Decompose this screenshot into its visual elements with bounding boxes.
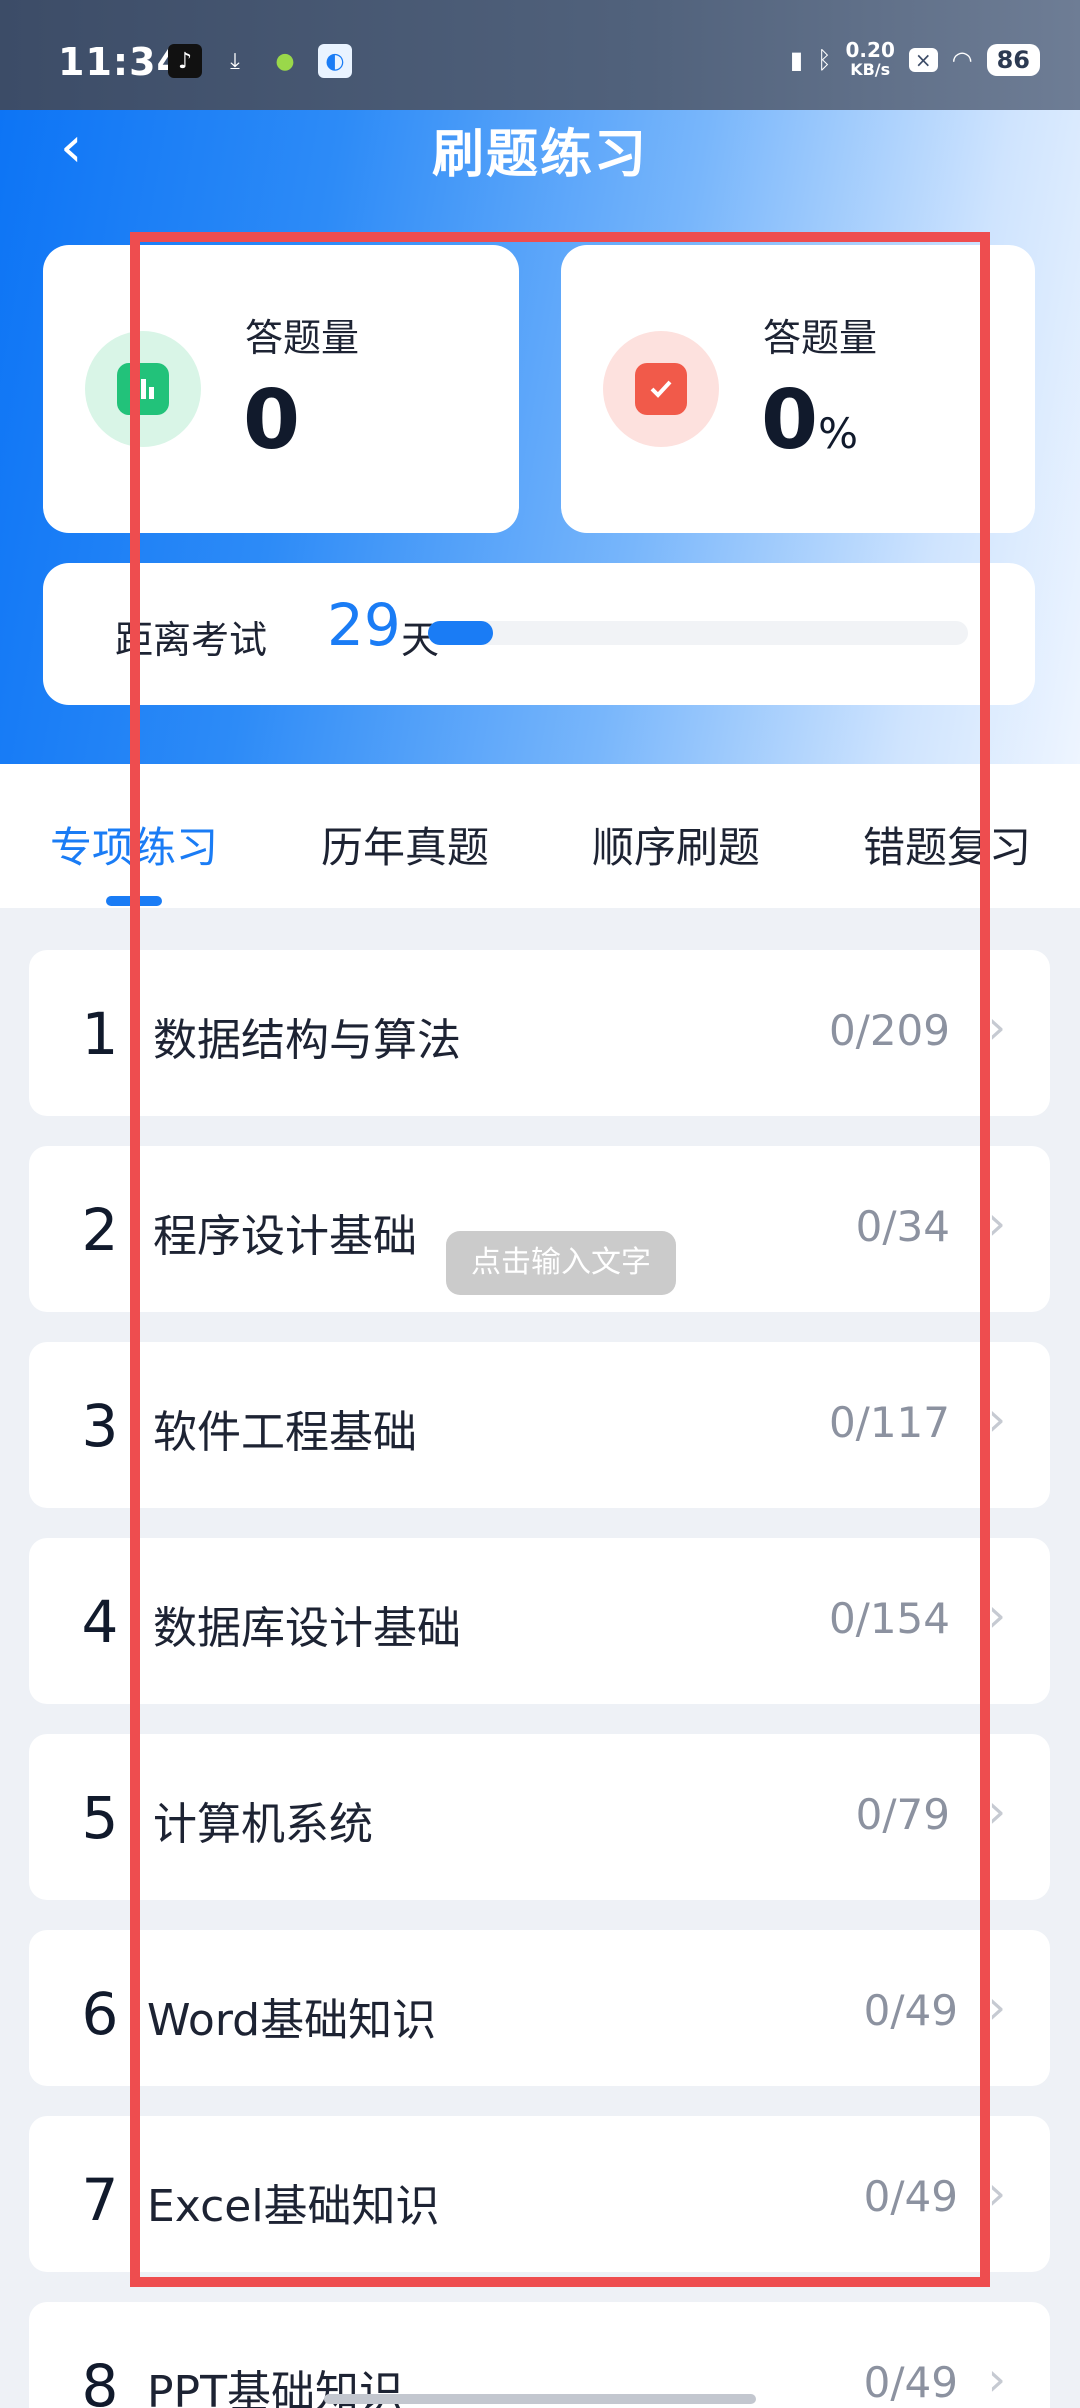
net-speed-unit: KB/s <box>850 60 891 79</box>
bluetooth-icon: ᛒ <box>817 46 832 74</box>
item-title: 软件工程基础 <box>153 1407 417 1458</box>
status-bar: 11:34 ♪ ⤓ ● ◐ ▮ ᛒ 0.20 KB/s × ◠ 86 <box>0 0 1080 110</box>
item-number: 7 <box>81 2166 119 2234</box>
tab-special-practice[interactable]: 专项练习 <box>50 814 218 875</box>
item-number: 8 <box>81 2352 119 2408</box>
list-item[interactable]: 6 Word基础知识 0/49 › <box>29 1930 1050 2086</box>
close-box-icon: × <box>908 48 938 72</box>
tab-wrong-review[interactable]: 错题复习 <box>863 814 1031 875</box>
exam-countdown: 距离考试 29 天 <box>43 563 1035 705</box>
item-title: 计算机系统 <box>153 1799 373 1850</box>
chevron-right-icon: › <box>987 1196 1006 1250</box>
stat-unit: % <box>818 409 858 458</box>
list-item[interactable]: 1 数据结构与算法 0/209 › <box>29 950 1050 1116</box>
item-title: 数据结构与算法 <box>153 1015 461 1066</box>
chart-icon <box>117 363 169 415</box>
wifi-icon: ◠ <box>951 46 973 74</box>
status-right-icons: ▮ ᛒ 0.20 KB/s × ◠ 86 <box>790 40 1040 80</box>
stat-label: 答题量 <box>245 316 360 360</box>
tab-sequential[interactable]: 顺序刷题 <box>592 814 760 875</box>
stat-number: 0 <box>761 373 819 468</box>
countdown-days: 29 <box>327 591 401 659</box>
item-title: 程序设计基础 <box>153 1211 417 1262</box>
item-progress-count: 0/49 <box>863 2358 958 2407</box>
topic-list: 1 数据结构与算法 0/209 › 2 程序设计基础 0/34 › 3 软件工程… <box>29 950 1050 2408</box>
item-progress-count: 0/209 <box>828 1006 950 1055</box>
net-speed-value: 0.20 <box>845 38 895 62</box>
page-title: 刷题练习 <box>431 125 648 185</box>
item-number: 1 <box>81 1000 119 1068</box>
list-item[interactable]: 4 数据库设计基础 0/154 › <box>29 1538 1050 1704</box>
item-number: 3 <box>81 1392 119 1460</box>
countdown-label: 距离考试 <box>115 618 268 662</box>
active-tab-indicator <box>106 896 162 906</box>
vpn-icon: ● <box>275 48 295 74</box>
download-icon: ⤓ <box>230 48 240 74</box>
answered-count-card: 答题量 0 <box>43 245 519 533</box>
battery-level: 86 <box>986 44 1040 76</box>
item-title: 数据库设计基础 <box>153 1603 461 1654</box>
item-progress-count: 0/154 <box>828 1594 950 1643</box>
item-number: 2 <box>81 1196 119 1264</box>
chevron-right-icon: › <box>987 1980 1006 2034</box>
list-item[interactable]: 8 PPT基础知识 0/49 › <box>29 2302 1050 2408</box>
item-title: Excel基础知识 <box>147 2181 440 2232</box>
stat-value: 0% <box>761 373 858 468</box>
item-progress-count: 0/34 <box>855 1202 950 1251</box>
item-number: 5 <box>81 1784 119 1852</box>
vibrate-icon: ▮ <box>789 46 804 74</box>
item-number: 6 <box>81 1980 119 2048</box>
item-progress-count: 0/49 <box>863 1986 958 2035</box>
home-indicator[interactable] <box>324 2394 756 2404</box>
item-progress-count: 0/79 <box>855 1790 950 1839</box>
chevron-right-icon: › <box>987 1392 1006 1446</box>
item-number: 4 <box>81 1588 119 1656</box>
checkbox-icon <box>635 363 687 415</box>
text-input-hint[interactable]: 点击输入文字 <box>446 1231 676 1295</box>
item-progress-count: 0/49 <box>863 2172 958 2221</box>
list-item[interactable]: 7 Excel基础知识 0/49 › <box>29 2116 1050 2272</box>
chevron-right-icon: › <box>987 1784 1006 1838</box>
net-speed: 0.20 KB/s <box>846 40 895 80</box>
chevron-right-icon: › <box>987 1588 1006 1642</box>
accuracy-card: 答题量 0% <box>561 245 1035 533</box>
list-item[interactable]: 5 计算机系统 0/79 › <box>29 1734 1050 1900</box>
tab-past-exams[interactable]: 历年真题 <box>321 814 489 875</box>
chart-icon-circle <box>85 331 201 447</box>
status-time: 11:34 <box>58 40 184 84</box>
app-root: 11:34 ♪ ⤓ ● ◐ ▮ ᛒ 0.20 KB/s × ◠ 86 ‹ 刷题练… <box>0 0 1080 2408</box>
chevron-right-icon: › <box>987 1000 1006 1054</box>
browser-icon: ◐ <box>318 44 352 78</box>
chevron-right-icon: › <box>987 2352 1006 2406</box>
list-item[interactable]: 3 软件工程基础 0/117 › <box>29 1342 1050 1508</box>
stat-value: 0 <box>243 373 301 468</box>
tiktok-icon: ♪ <box>168 44 202 78</box>
stat-label: 答题量 <box>763 316 878 360</box>
chevron-right-icon: › <box>987 2166 1006 2220</box>
status-left-icons: ♪ ⤓ ● ◐ <box>168 44 352 78</box>
countdown-progress-fill <box>428 621 493 645</box>
checkbox-icon-circle <box>603 331 719 447</box>
countdown-progress-track <box>428 621 968 645</box>
item-progress-count: 0/117 <box>828 1398 950 1447</box>
item-title: Word基础知识 <box>147 1995 437 2046</box>
practice-tabs: 专项练习 历年真题 顺序刷题 错题复习 <box>0 764 1080 908</box>
